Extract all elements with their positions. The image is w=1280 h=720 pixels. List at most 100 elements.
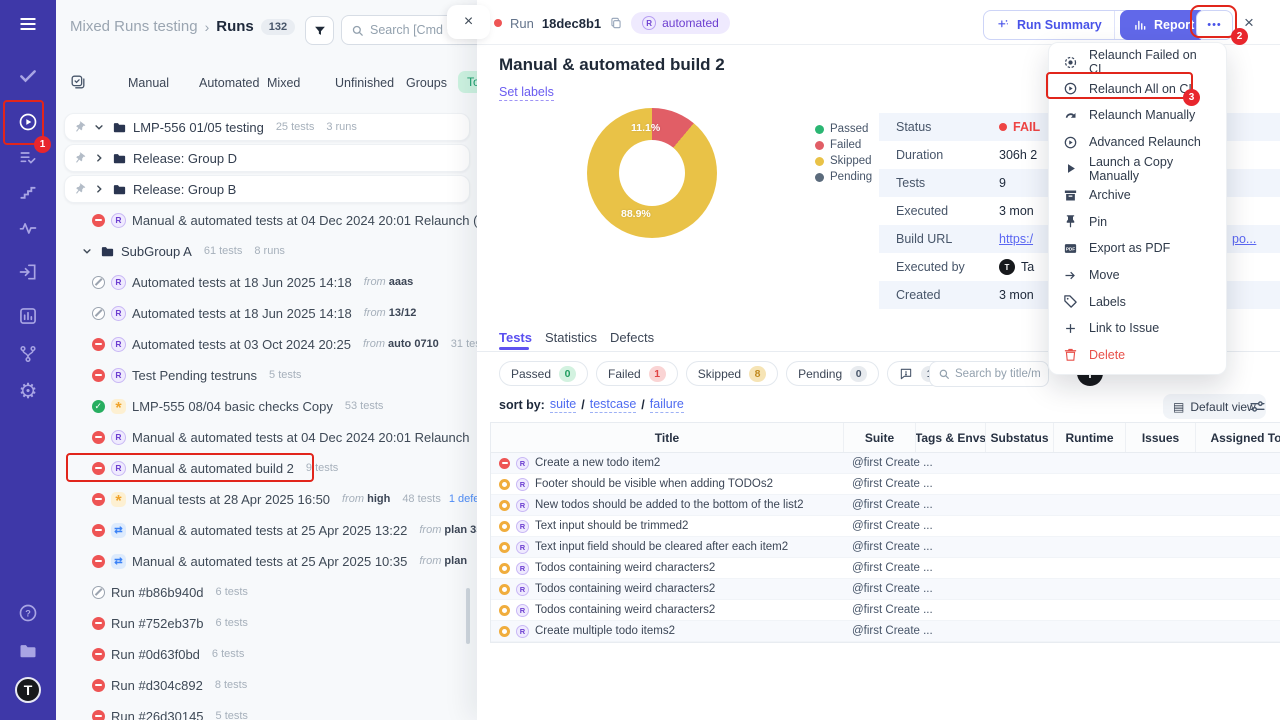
projects-folder-icon[interactable] xyxy=(0,635,56,667)
passed-count: 0 xyxy=(559,365,577,382)
menu-item-advanced-relaunch[interactable]: Advanced Relaunch xyxy=(1049,129,1226,156)
run-list-item[interactable]: Manual tests at 28 Apr 2025 16:50 from h… xyxy=(64,485,477,513)
copy-icon[interactable] xyxy=(609,16,623,30)
table-row[interactable]: R Create multiple todo items2 @first Crea… xyxy=(491,621,1280,642)
settings-gear-icon[interactable]: ⚙ xyxy=(0,375,56,407)
run-list-item[interactable]: Automated tests at 03 Oct 2024 20:25 fro… xyxy=(64,330,477,358)
run-list-item[interactable]: Manual & automated tests at 04 Dec 2024 … xyxy=(64,423,477,451)
sort-by-failure-link[interactable]: failure xyxy=(649,397,684,413)
run-list-item[interactable]: Run #d304c892 8 tests xyxy=(64,671,477,699)
run-list-item[interactable]: Manual & automated tests at 25 Apr 2025 … xyxy=(64,547,477,575)
sort-by-suite-link[interactable]: suite xyxy=(549,397,577,413)
tab-unfinished[interactable]: Unfinished xyxy=(335,76,394,90)
group-row[interactable]: SubGroup A 61 tests 8 runs xyxy=(64,237,470,265)
menu-item-relaunch-manually[interactable]: Relaunch Manually xyxy=(1049,102,1226,129)
table-row[interactable]: R New todos should be added to the bottom… xyxy=(491,495,1280,516)
defects-link[interactable]: 1 defects xyxy=(449,493,477,505)
group-title: Release: Group D xyxy=(133,150,238,166)
steps-icon[interactable] xyxy=(0,176,56,208)
col-tags-envs[interactable]: Tags & Envs xyxy=(916,423,986,452)
chevron-down-icon[interactable] xyxy=(92,120,106,134)
tab-automated[interactable]: Automated xyxy=(199,76,259,90)
tab-statistics[interactable]: Statistics xyxy=(545,330,597,345)
table-row[interactable]: R Todos containing weird characters2 @fir… xyxy=(491,558,1280,579)
table-row[interactable]: R Create a new todo item2 @first Create .… xyxy=(491,453,1280,474)
view-settings-icon[interactable] xyxy=(1249,398,1266,415)
run-summary-action[interactable]: Run Summary xyxy=(984,18,1114,32)
build-url-link[interactable]: https:/ xyxy=(999,232,1033,246)
chip-passed[interactable]: Passed 0 xyxy=(499,361,589,386)
chevron-down-icon[interactable] xyxy=(80,244,94,258)
run-title: LMP-555 08/04 basic checks Copy xyxy=(132,398,333,414)
menu-item-delete[interactable]: Delete xyxy=(1049,342,1226,369)
run-list-item[interactable]: Automated tests at 18 Jun 2025 14:18 fro… xyxy=(64,268,477,296)
import-icon[interactable] xyxy=(0,256,56,288)
chip-pending[interactable]: Pending 0 xyxy=(786,361,880,386)
runs-play-circle-icon[interactable] xyxy=(0,106,56,138)
menu-item-labels[interactable]: Labels xyxy=(1049,288,1226,315)
group-row[interactable]: LMP-556 01/05 testing 25 tests 3 runs xyxy=(64,113,470,141)
run-list-item[interactable]: Manual & automated tests at 25 Apr 2025 … xyxy=(64,516,477,544)
run-list-item[interactable]: Run #0d63f0bd 6 tests xyxy=(64,640,477,668)
tab-manual[interactable]: Manual xyxy=(128,76,169,90)
run-list-item[interactable]: Run #b86b940d 6 tests xyxy=(64,578,477,606)
chevron-right-icon[interactable] xyxy=(92,182,106,196)
table-row[interactable]: R Text input field should be cleared afte… xyxy=(491,537,1280,558)
chip-failed[interactable]: Failed 1 xyxy=(596,361,678,386)
filter-button[interactable] xyxy=(305,16,334,45)
set-labels-link[interactable]: Set labels xyxy=(499,85,554,101)
menu-item-move[interactable]: Move xyxy=(1049,262,1226,289)
test-suite: @first Create ... xyxy=(852,604,933,616)
panel-close-button[interactable]: × xyxy=(447,5,490,39)
table-row[interactable]: R Text input should be trimmed2 @first Cr… xyxy=(491,516,1280,537)
table-row[interactable]: R Footer should be visible when adding TO… xyxy=(491,474,1280,495)
select-all-icon[interactable] xyxy=(70,74,86,90)
branch-icon[interactable] xyxy=(0,338,56,370)
scrollbar-thumb[interactable] xyxy=(466,588,470,644)
menu-item-link-to-issue[interactable]: Link to Issue xyxy=(1049,315,1226,342)
table-row[interactable]: R Todos containing weird characters2 @fir… xyxy=(491,600,1280,621)
analytics-chart-icon[interactable] xyxy=(0,300,56,332)
sort-by-testcase-link[interactable]: testcase xyxy=(589,397,637,413)
col-title[interactable]: Title xyxy=(491,423,844,452)
tab-groups[interactable]: Groups xyxy=(406,76,447,90)
run-list-item[interactable]: Run #752eb37b 6 tests xyxy=(64,609,477,637)
chip-skipped[interactable]: Skipped 8 xyxy=(685,361,779,386)
hamburger-menu-icon[interactable] xyxy=(0,8,56,40)
menu-item-pin[interactable]: Pin xyxy=(1049,209,1226,236)
table-row[interactable]: R Todos containing weird characters2 @fir… xyxy=(491,579,1280,600)
more-actions-button[interactable]: ••• xyxy=(1196,10,1233,40)
run-list-item[interactable]: Run #26d30145 5 tests xyxy=(64,702,477,720)
run-list-item[interactable]: Manual & automated tests at 04 Dec 2024 … xyxy=(64,206,477,234)
col-suite[interactable]: Suite xyxy=(844,423,916,452)
help-icon[interactable]: ? xyxy=(0,597,56,629)
report-button[interactable]: Report xyxy=(1120,10,1208,40)
col-issues[interactable]: Issues xyxy=(1126,423,1196,452)
tab-tests[interactable]: Tests xyxy=(499,330,532,345)
menu-item-archive[interactable]: Archive xyxy=(1049,182,1226,209)
group-row[interactable]: Release: Group B xyxy=(64,175,470,203)
user-avatar[interactable]: T xyxy=(15,677,41,703)
breadcrumb-project[interactable]: Mixed Runs testing xyxy=(70,18,198,35)
search-icon xyxy=(352,25,363,36)
col-runtime[interactable]: Runtime xyxy=(1054,423,1126,452)
tab-mixed[interactable]: Mixed xyxy=(267,76,300,90)
pulse-icon[interactable] xyxy=(0,212,56,244)
run-list-item[interactable]: LMP-555 08/04 basic checks Copy 53 tests xyxy=(64,392,477,420)
menu-item-launch-copy[interactable]: Launch a Copy Manually xyxy=(1049,155,1226,183)
tab-today-badge[interactable]: To xyxy=(458,71,477,93)
run-list-item[interactable]: Automated tests at 18 Jun 2025 14:18 fro… xyxy=(64,299,477,327)
group-row[interactable]: Release: Group D xyxy=(64,144,470,172)
chevron-right-icon[interactable] xyxy=(92,151,106,165)
col-substatus[interactable]: Substatus xyxy=(986,423,1054,452)
col-assigned-to[interactable]: Assigned To xyxy=(1196,423,1280,452)
menu-item-relaunch-failed-ci[interactable]: Relaunch Failed on CI xyxy=(1049,48,1226,76)
build-url-link-end[interactable]: po... xyxy=(1232,232,1256,246)
run-list-item[interactable]: Test Pending testruns 5 tests xyxy=(64,361,477,389)
comment-icon xyxy=(900,368,912,379)
run-list-item-selected[interactable]: Manual & automated build 2 9 tests xyxy=(64,454,477,482)
menu-item-export-pdf[interactable]: PDF Export as PDF xyxy=(1049,235,1226,262)
tests-check-icon[interactable] xyxy=(0,60,56,92)
tab-defects[interactable]: Defects xyxy=(610,330,654,345)
tests-search-input[interactable] xyxy=(955,368,1040,380)
